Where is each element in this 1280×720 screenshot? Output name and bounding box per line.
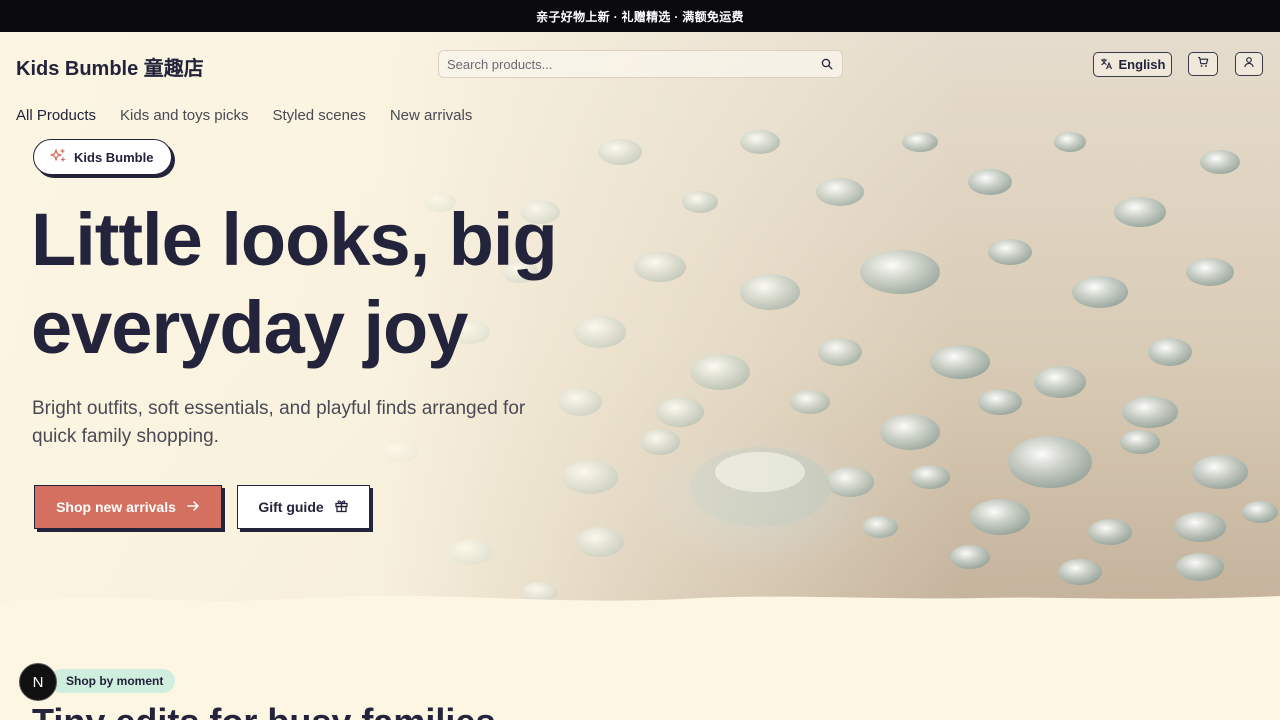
- search-icon[interactable]: [820, 57, 834, 71]
- dev-tools-badge[interactable]: N: [19, 663, 57, 701]
- hero-headline: Little looks, big everyday joy: [31, 198, 558, 369]
- gift-guide-label: Gift guide: [258, 499, 324, 515]
- nav-item-kids-and-toys-picks[interactable]: Kids and toys picks: [120, 107, 248, 124]
- section-title: Tiny edits for busy families: [32, 700, 732, 720]
- hero-badge-label: Kids Bumble: [74, 149, 154, 165]
- nav-item-styled-scenes[interactable]: Styled scenes: [272, 107, 365, 124]
- search-bar: [438, 50, 843, 78]
- category-nav: All Products Kids and toys picks Styled …: [16, 107, 472, 124]
- translate-icon: [1100, 57, 1113, 73]
- site-header: Kids Bumble 童趣店 English: [0, 32, 1280, 96]
- hero-wave-divider: [0, 595, 1280, 610]
- language-selector[interactable]: English: [1093, 52, 1172, 77]
- gift-icon: [334, 498, 349, 516]
- language-label: English: [1118, 57, 1166, 72]
- announcement-bar: 亲子好物上新 · 礼赠精选 · 满额免运费: [0, 0, 1280, 32]
- user-icon: [1243, 55, 1255, 73]
- hero-badge: Kids Bumble: [33, 139, 173, 175]
- nav-item-new-arrivals[interactable]: New arrivals: [390, 107, 473, 124]
- shop-new-arrivals-label: Shop new arrivals: [56, 499, 176, 515]
- gift-guide-button[interactable]: Gift guide: [237, 485, 370, 529]
- cart-icon: [1197, 55, 1209, 73]
- shop-by-moment-label: Shop by moment: [66, 674, 164, 688]
- hero-subtitle: Bright outfits, soft essentials, and pla…: [32, 398, 526, 447]
- cart-button[interactable]: [1188, 52, 1218, 76]
- dev-tools-badge-letter: N: [32, 673, 44, 691]
- shop-by-moment-chip: Shop by moment: [50, 669, 176, 693]
- search-input[interactable]: [447, 56, 820, 72]
- nav-item-all-products[interactable]: All Products: [16, 107, 96, 124]
- shop-new-arrivals-button[interactable]: Shop new arrivals: [34, 485, 222, 529]
- arrow-right-icon: [186, 499, 200, 516]
- account-button[interactable]: [1235, 52, 1263, 76]
- brand-logo[interactable]: Kids Bumble 童趣店: [16, 52, 204, 81]
- announcement-text: 亲子好物上新 · 礼赠精选 · 满额免运费: [536, 9, 744, 24]
- sparkles-icon: [50, 148, 66, 167]
